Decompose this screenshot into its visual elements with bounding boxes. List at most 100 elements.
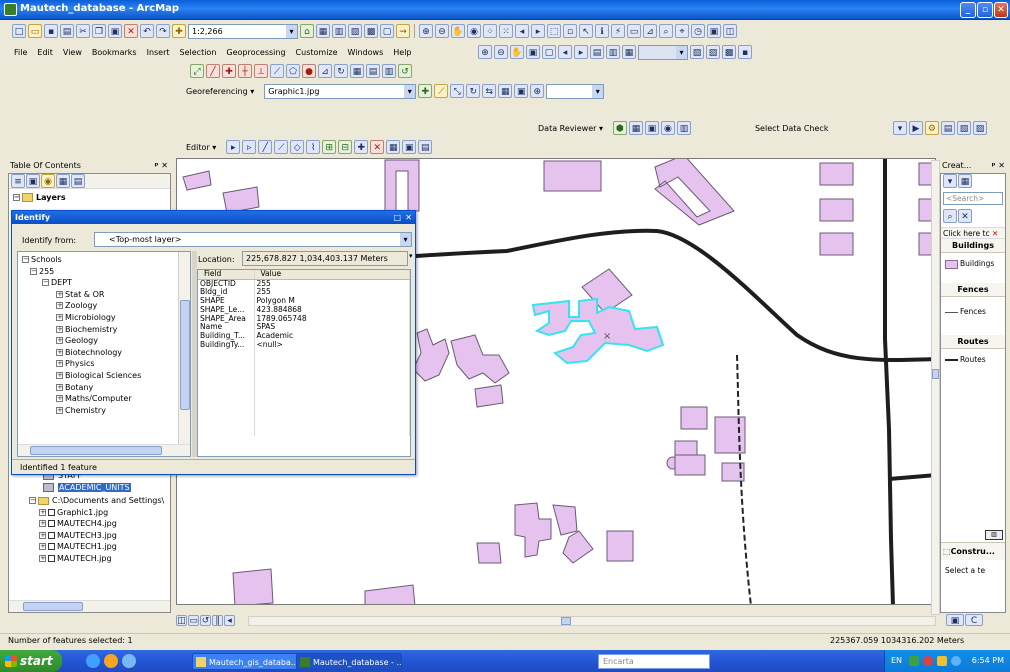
georef-transparency-input[interactable]	[546, 83, 605, 99]
georeferencing-menu[interactable]: Georeferencing ▾	[186, 87, 254, 96]
create-close-icon[interactable]: ᵖ ✕	[992, 160, 1005, 172]
toc-raster-mautech3[interactable]: + MAUTECH3.jpg	[29, 530, 164, 542]
attributes-icon[interactable]: ▦	[386, 140, 401, 154]
rotate-georef-icon[interactable]: ↻	[466, 84, 481, 98]
clock[interactable]: 6:54 PM	[972, 650, 1004, 672]
viewer-georef-icon[interactable]: ▣	[514, 84, 529, 98]
building[interactable]	[562, 530, 594, 564]
building[interactable]	[819, 162, 854, 186]
viewer-icon[interactable]: ▣	[707, 24, 721, 38]
building[interactable]	[364, 584, 416, 605]
menu-edit[interactable]: Edit	[37, 48, 53, 57]
list-by-selection-icon[interactable]: ▦	[56, 174, 70, 188]
reviewer-session-icon[interactable]: ⬢	[612, 121, 627, 135]
draw-ortho-icon[interactable]: ⟂	[254, 64, 268, 78]
toc-hscrollbar[interactable]	[9, 600, 170, 612]
identify-tree-hscroll-thumb[interactable]	[30, 446, 162, 455]
splitter-icon[interactable]: ▥	[985, 530, 1003, 540]
layout-forward-icon[interactable]: ▸	[574, 45, 588, 59]
building[interactable]	[543, 160, 602, 192]
cut-polygons-icon[interactable]: ⊟	[338, 140, 353, 154]
map-vscroll-thumb[interactable]	[932, 369, 939, 379]
layout-pan-icon[interactable]: ✋	[510, 45, 524, 59]
toc-raster-graphic1[interactable]: + Graphic1.jpg	[29, 507, 164, 519]
edit-tool-icon[interactable]: ▸	[226, 140, 241, 154]
print-icon[interactable]: ▤	[60, 24, 74, 38]
layout-zoom-out-icon[interactable]: ⊖	[494, 45, 508, 59]
quicklaunch-messenger-icon[interactable]	[122, 654, 136, 668]
list-by-source-icon[interactable]: ▣	[26, 174, 40, 188]
tray-volume-icon[interactable]	[951, 656, 961, 666]
go-to-xy-icon[interactable]: ⌖	[675, 24, 689, 38]
edit-vertices-icon[interactable]: ⌇	[306, 140, 321, 154]
layout-zoom-select[interactable]	[638, 44, 688, 60]
table-row[interactable]: SHAPE Polygon M	[198, 297, 410, 306]
encarta-search-box[interactable]: Encarta	[598, 654, 710, 669]
reshape-icon[interactable]: ⊞	[322, 140, 337, 154]
pan-icon[interactable]: ✋	[451, 24, 465, 38]
menu-customize[interactable]: Customize	[296, 48, 338, 57]
reviewer-globe-icon[interactable]: ◉	[660, 121, 675, 135]
select-elements-icon[interactable]: ↖	[579, 24, 593, 38]
fixed-zoom-out-icon[interactable]: ⁙	[499, 24, 513, 38]
toc-raster-mautech4[interactable]: + MAUTECH4.jpg	[29, 518, 164, 530]
open-icon[interactable]: ▭	[28, 24, 42, 38]
pause-draw-icon[interactable]: ∥	[212, 614, 223, 626]
task-mautech-gis[interactable]: Mautech_gis_databa...	[192, 653, 304, 670]
editor-menu[interactable]: Editor ▾	[186, 143, 216, 152]
draw-rotate-icon[interactable]: ↻	[334, 64, 348, 78]
run-data-check-icon[interactable]: ▶	[908, 121, 923, 135]
reviewer-batch-icon[interactable]: ▥	[676, 121, 691, 135]
tree-node-dept[interactable]: − DEPT	[20, 277, 141, 289]
toc-raster-mautech[interactable]: + MAUTECH.jpg	[29, 553, 164, 565]
forward-extent-icon[interactable]: ▸	[531, 24, 545, 38]
zoom-whole-page-icon[interactable]: ▣	[526, 45, 540, 59]
menu-help[interactable]: Help	[393, 48, 411, 57]
swipe-icon[interactable]: ◫	[723, 24, 737, 38]
undo-icon[interactable]: ↶	[140, 24, 154, 38]
toc-layer-academic-units[interactable]: ACADEMIC_UNITS	[43, 482, 131, 494]
arctoolbox-icon[interactable]: ▩	[364, 24, 378, 38]
tree-node-physics[interactable]: + Physics	[20, 358, 141, 370]
building[interactable]	[450, 334, 510, 384]
view-link-table-icon[interactable]: ▦	[498, 84, 513, 98]
building[interactable]	[182, 170, 212, 191]
add-data-icon[interactable]: ✚	[172, 24, 186, 38]
data-view-icon[interactable]: ◫	[176, 614, 187, 626]
split-icon[interactable]: ✚	[354, 140, 369, 154]
toc-hscroll-thumb[interactable]	[23, 602, 83, 611]
identify-from-select[interactable]: <Top-most layer>	[94, 232, 412, 247]
tree-node-geology[interactable]: + Geology	[20, 335, 141, 347]
quicklaunch-ie-icon[interactable]	[86, 654, 100, 668]
building[interactable]	[514, 502, 552, 558]
draw-plus-icon[interactable]: ┼	[238, 64, 252, 78]
map-hscrollbar[interactable]	[248, 616, 936, 626]
identify-tree-hscrollbar[interactable]	[18, 444, 190, 456]
building[interactable]	[476, 542, 502, 564]
tree-node-botany[interactable]: + Botany	[20, 382, 141, 394]
building[interactable]	[674, 454, 706, 476]
toc-folder-documents[interactable]: − C:\Documents and Settings\	[29, 495, 164, 507]
map-hscroll-thumb[interactable]	[561, 617, 571, 625]
template-fences[interactable]: Fences	[941, 297, 1005, 335]
menu-file[interactable]: File	[14, 48, 27, 57]
toc-close-icon[interactable]: ᵖ ✕	[155, 160, 168, 172]
straight-segment-icon[interactable]: ╱	[258, 140, 273, 154]
python-icon[interactable]: ▢	[380, 24, 394, 38]
table-row[interactable]: SHAPE_Area 1789.065748	[198, 314, 410, 324]
layout-tool-a-icon[interactable]: ▧	[690, 45, 704, 59]
sketch-properties-icon[interactable]: ▣	[402, 140, 417, 154]
value-column-header[interactable]: Value	[254, 270, 410, 280]
draw-refresh-icon[interactable]: ↺	[398, 64, 412, 78]
new-document-icon[interactable]: □	[12, 24, 26, 38]
select-features-icon[interactable]: ⬚	[547, 24, 561, 38]
task-arcmap[interactable]: Mautech_database - ...	[296, 653, 402, 670]
time-slider-icon[interactable]: ◷	[691, 24, 705, 38]
create-features-icon[interactable]: ▤	[418, 140, 433, 154]
identify-tree-vscrollbar[interactable]	[178, 252, 190, 444]
editor-toolbar-icon[interactable]: ⌂	[300, 24, 314, 38]
field-column-header[interactable]: Field	[198, 270, 255, 280]
table-row[interactable]: Building_T... Academic	[198, 331, 410, 341]
menu-insert[interactable]: Insert	[147, 48, 170, 57]
search-window-icon[interactable]: ▧	[348, 24, 362, 38]
